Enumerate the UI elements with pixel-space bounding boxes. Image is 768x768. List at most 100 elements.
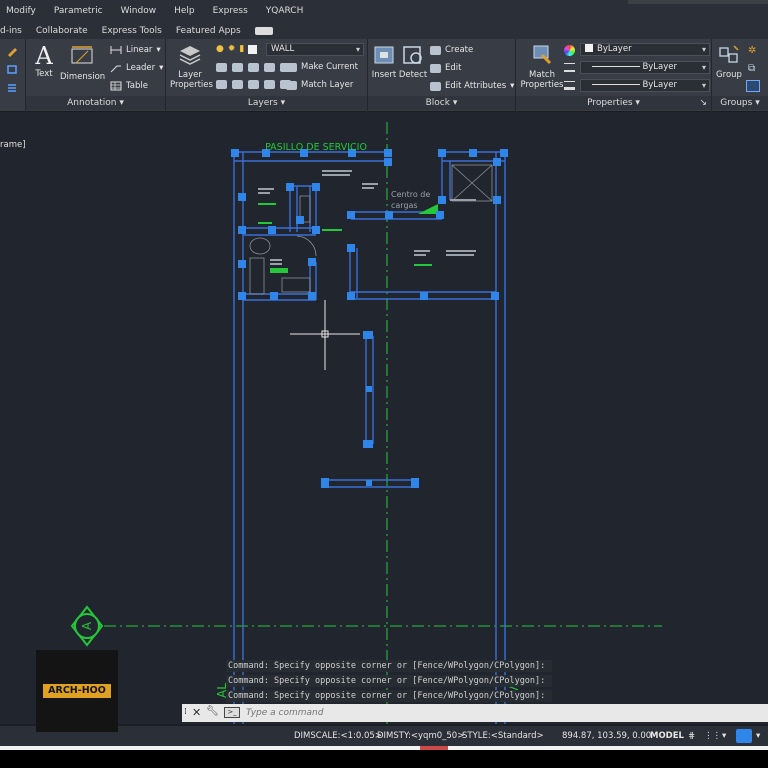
dimension-button-label: Dimension <box>60 72 106 82</box>
leader-button[interactable]: Leader ▾ <box>110 63 163 73</box>
layer-dropdown[interactable]: WALL <box>266 43 364 56</box>
taskbar-accent <box>420 746 448 750</box>
edit-block-button[interactable]: Edit <box>430 63 461 73</box>
panel-title-layers[interactable]: Layers ▾ <box>166 96 367 110</box>
layer-tool-icon[interactable] <box>216 63 227 72</box>
lineweight-icon <box>564 81 575 90</box>
command-prompt-icon[interactable]: >_ <box>224 707 240 718</box>
panel-block: Insert Detect Create Edit Edit Attribute… <box>368 39 516 112</box>
detect-icon <box>403 46 422 64</box>
dialog-launcher-icon[interactable]: ↘ <box>699 96 707 110</box>
dimstyle-status[interactable]: DIMSTY:<yqm0_50> <box>377 731 464 741</box>
dimscale-status[interactable]: DIMSCALE:<1:0.05> <box>294 731 382 741</box>
floor-plan[interactable]: A PASILLO DE SERVICIO Centro de cargas A… <box>0 112 768 724</box>
panel-title-properties[interactable]: Properties ▾ ↘ <box>516 96 711 110</box>
panel-groups: Group ✲ ⧉ Groups ▾ <box>712 39 768 112</box>
panel-title-groups[interactable]: Groups ▾ <box>712 96 768 110</box>
command-input[interactable] <box>246 707 746 719</box>
sun-icon[interactable]: ✹ <box>228 44 236 54</box>
linear-button[interactable]: Linear ▾ <box>110 45 161 55</box>
detect-button[interactable]: Detect <box>398 43 428 80</box>
menu-express[interactable]: Express <box>213 6 248 16</box>
close-icon[interactable]: ✕ <box>192 706 201 719</box>
wrench-icon[interactable]: 🔧︎ <box>206 706 219 717</box>
match-layer-button[interactable]: Match Layer <box>286 80 353 90</box>
box-icon[interactable] <box>6 63 18 75</box>
layer-tools-row-1 <box>216 63 291 72</box>
group-edit-icon[interactable]: ⧉ <box>748 63 755 74</box>
textstyle-status[interactable]: STYLE:<Standard> <box>462 731 544 741</box>
walls[interactable] <box>233 151 506 724</box>
layer-tools-row-2 <box>216 80 291 89</box>
dimension-icon <box>71 46 93 64</box>
tab-collaborate[interactable]: Collaborate <box>36 26 88 36</box>
panel-title-block[interactable]: Block ▾ <box>368 96 515 110</box>
tab-featured-apps[interactable]: Featured Apps <box>176 26 241 36</box>
color-wheel-icon <box>564 45 575 56</box>
grid-bubble-a[interactable]: A <box>70 605 104 647</box>
ribbon-toggle-icon[interactable] <box>254 26 273 35</box>
layer-tool-icon[interactable] <box>216 80 227 89</box>
grid-icon[interactable]: ⋕ <box>688 731 695 741</box>
bulb-icon[interactable]: ● <box>216 44 224 54</box>
lock-icon[interactable]: ▮ <box>239 44 244 54</box>
ribbon: A Text Dimension Linear ▾ Leader ▾ Table A… <box>0 39 768 112</box>
panel-title-annotation[interactable]: Annotation ▾ <box>26 96 165 110</box>
make-current-button[interactable]: Make Current <box>286 62 358 72</box>
text-button[interactable]: A Text <box>32 43 56 79</box>
create-block-button[interactable]: Create <box>430 45 473 55</box>
group-select-icon[interactable] <box>746 80 760 92</box>
linetype-dropdown[interactable]: ByLayer <box>580 61 710 74</box>
chevron-down-icon[interactable]: ▾ <box>722 731 726 741</box>
layer-tool-icon[interactable] <box>264 63 275 72</box>
model-space-toggle[interactable]: MODEL <box>650 731 684 741</box>
lineweight-dropdown[interactable]: ByLayer <box>580 79 710 92</box>
snap-icon[interactable]: ⋮⋮ <box>704 731 721 741</box>
layer-tool-icon[interactable] <box>232 63 243 72</box>
color-swatch-icon <box>585 44 593 52</box>
cursor-coordinates: 894.87, 103.59, 0.00 <box>562 731 652 741</box>
layer-properties-label-1: Layer <box>178 70 202 80</box>
menu-modify[interactable]: Modify <box>6 6 36 16</box>
loading-center-label-2: cargas <box>391 201 418 210</box>
table-label: Table <box>126 81 148 91</box>
match-properties-icon <box>533 45 552 65</box>
lineweight-value: ByLayer <box>642 80 677 90</box>
match-properties-button[interactable]: Match Properties <box>520 43 564 90</box>
layer-tool-icon[interactable] <box>248 63 259 72</box>
layer-tool-icon[interactable] <box>264 80 275 89</box>
chevron-down-icon[interactable]: ▾ <box>756 731 760 741</box>
loading-center-marker <box>418 204 438 214</box>
pencil-icon[interactable] <box>6 45 18 57</box>
menu-window[interactable]: Window <box>121 6 157 16</box>
match-properties-label-1: Match <box>529 70 555 80</box>
insert-button[interactable]: Insert <box>370 43 398 80</box>
layer-tool-icon[interactable] <box>232 80 243 89</box>
table-button[interactable]: Table <box>110 81 148 91</box>
loading-center-label-1: Centro de <box>391 190 430 199</box>
menu-parametric[interactable]: Parametric <box>54 6 103 16</box>
line-sample <box>592 66 641 67</box>
layer-properties-button[interactable]: Layer Properties <box>170 43 213 90</box>
ungroup-icon[interactable]: ✲ <box>748 45 756 56</box>
group-button[interactable]: Group <box>714 43 744 80</box>
layer-stack-icon <box>179 46 201 65</box>
ortho-icon[interactable] <box>736 729 752 743</box>
menu-bar: Modify Parametric Window Help Express YQ… <box>0 0 768 22</box>
menu-help[interactable]: Help <box>174 6 195 16</box>
tab-express-tools[interactable]: Express Tools <box>102 26 162 36</box>
grip-handle-icon[interactable]: ⁞ <box>184 707 187 717</box>
edit-block-icon <box>430 63 441 73</box>
layer-tool-icon[interactable] <box>248 80 259 89</box>
edit-attributes-button[interactable]: Edit Attributes ▾ <box>430 81 514 91</box>
text-button-label: Text <box>35 69 53 79</box>
dimension-button[interactable]: Dimension <box>60 43 106 82</box>
color-dropdown[interactable]: ByLayer <box>580 43 710 56</box>
menu-yqarch[interactable]: YQARCH <box>266 6 304 16</box>
tab-addins[interactable]: d-ins <box>0 26 22 36</box>
detect-label: Detect <box>398 70 428 80</box>
array-icon[interactable] <box>6 81 18 93</box>
current-layer-value: WALL <box>271 44 295 54</box>
drawing-canvas[interactable]: rame] A PASILLO DE SERVICIO Centro de ca… <box>0 112 768 724</box>
panel-annotation: A Text Dimension Linear ▾ Leader ▾ Table A… <box>26 39 166 112</box>
